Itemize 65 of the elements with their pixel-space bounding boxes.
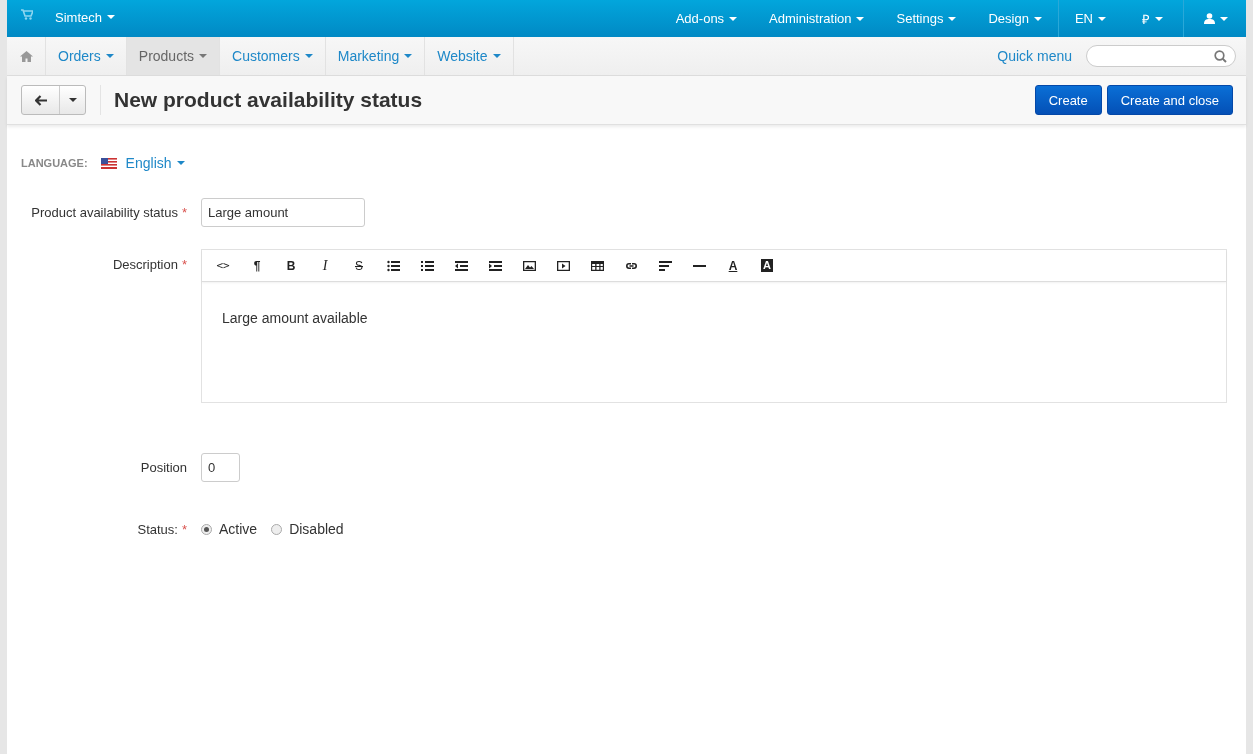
nav-tab[interactable]: Website	[425, 37, 514, 75]
caret-icon	[68, 98, 77, 102]
radio-option[interactable]: Active	[201, 521, 258, 537]
caret-icon	[105, 54, 114, 58]
numbered-list-icon	[420, 259, 434, 272]
caret-icon	[199, 54, 208, 58]
search-field[interactable]	[1086, 45, 1236, 67]
home-icon	[20, 50, 33, 62]
image-icon	[522, 259, 536, 272]
caret-icon	[1033, 16, 1042, 21]
table-icon	[590, 259, 604, 272]
top-menu-item[interactable]: Add-ons	[659, 0, 754, 37]
required-mark: *	[181, 257, 187, 272]
caret-icon	[492, 54, 501, 58]
italic-button[interactable]: I	[308, 250, 342, 281]
caret-icon	[856, 16, 865, 21]
radio-option[interactable]: Disabled	[271, 521, 344, 537]
caret-icon	[404, 54, 413, 58]
top-menu-item[interactable]: Design	[972, 0, 1058, 37]
nav-tab[interactable]: Marketing	[325, 37, 426, 75]
language-label: LANGUAGE:	[21, 157, 88, 169]
page-title: New product availability status	[114, 88, 424, 112]
quick-menu-link[interactable]: Quick menu	[997, 48, 1072, 64]
nav-tab[interactable]: Products	[126, 37, 221, 75]
bulleted-list-icon	[386, 259, 400, 272]
video-icon	[556, 259, 570, 272]
indent-icon	[488, 259, 502, 272]
arrow-left-icon	[34, 94, 47, 106]
currency-menu[interactable]: ₽	[1122, 0, 1183, 37]
caret-icon	[304, 54, 313, 58]
field-label: Status:	[137, 521, 178, 537]
caret-icon	[729, 16, 738, 21]
outdent-icon	[454, 259, 468, 272]
field-label: Position	[140, 460, 187, 475]
required-mark: *	[181, 205, 187, 220]
flag-icon	[100, 157, 117, 169]
caret-icon	[106, 15, 115, 19]
description-editor[interactable]: Large amount available	[202, 282, 1226, 402]
align-left-icon	[658, 259, 672, 272]
caret-icon	[176, 161, 185, 165]
store-menu[interactable]: Simtech	[33, 0, 129, 36]
position-input[interactable]: 0	[201, 453, 240, 482]
text-input[interactable]: Large amount	[201, 198, 365, 227]
user-icon	[1204, 13, 1215, 24]
language-selector[interactable]: English	[100, 155, 185, 171]
field-label: Product availability status	[31, 205, 178, 220]
caret-icon	[1098, 16, 1106, 21]
top-menu-item[interactable]: Settings	[880, 0, 973, 37]
search-icon	[1214, 49, 1227, 63]
background-color-button[interactable]: A	[750, 250, 784, 281]
nav-tab[interactable]: Orders	[46, 37, 127, 75]
paragraph-button[interactable]: ¶	[240, 250, 274, 281]
bold-button[interactable]: B	[274, 250, 308, 281]
create-button[interactable]: Create and close	[1106, 85, 1233, 115]
top-menu-item[interactable]: Administration	[753, 0, 881, 37]
code-view-button[interactable]: <>	[206, 250, 240, 281]
nav-tab[interactable]: Customers	[220, 37, 326, 75]
required-mark: *	[181, 521, 187, 537]
create-button[interactable]: Create	[1034, 85, 1102, 115]
caret-icon	[1220, 16, 1228, 21]
text-color-button[interactable]: A	[716, 250, 750, 281]
strikethrough-button[interactable]: S	[342, 250, 376, 281]
field-label: Description	[112, 257, 178, 272]
caret-icon	[948, 16, 957, 21]
caret-icon	[1155, 16, 1163, 21]
